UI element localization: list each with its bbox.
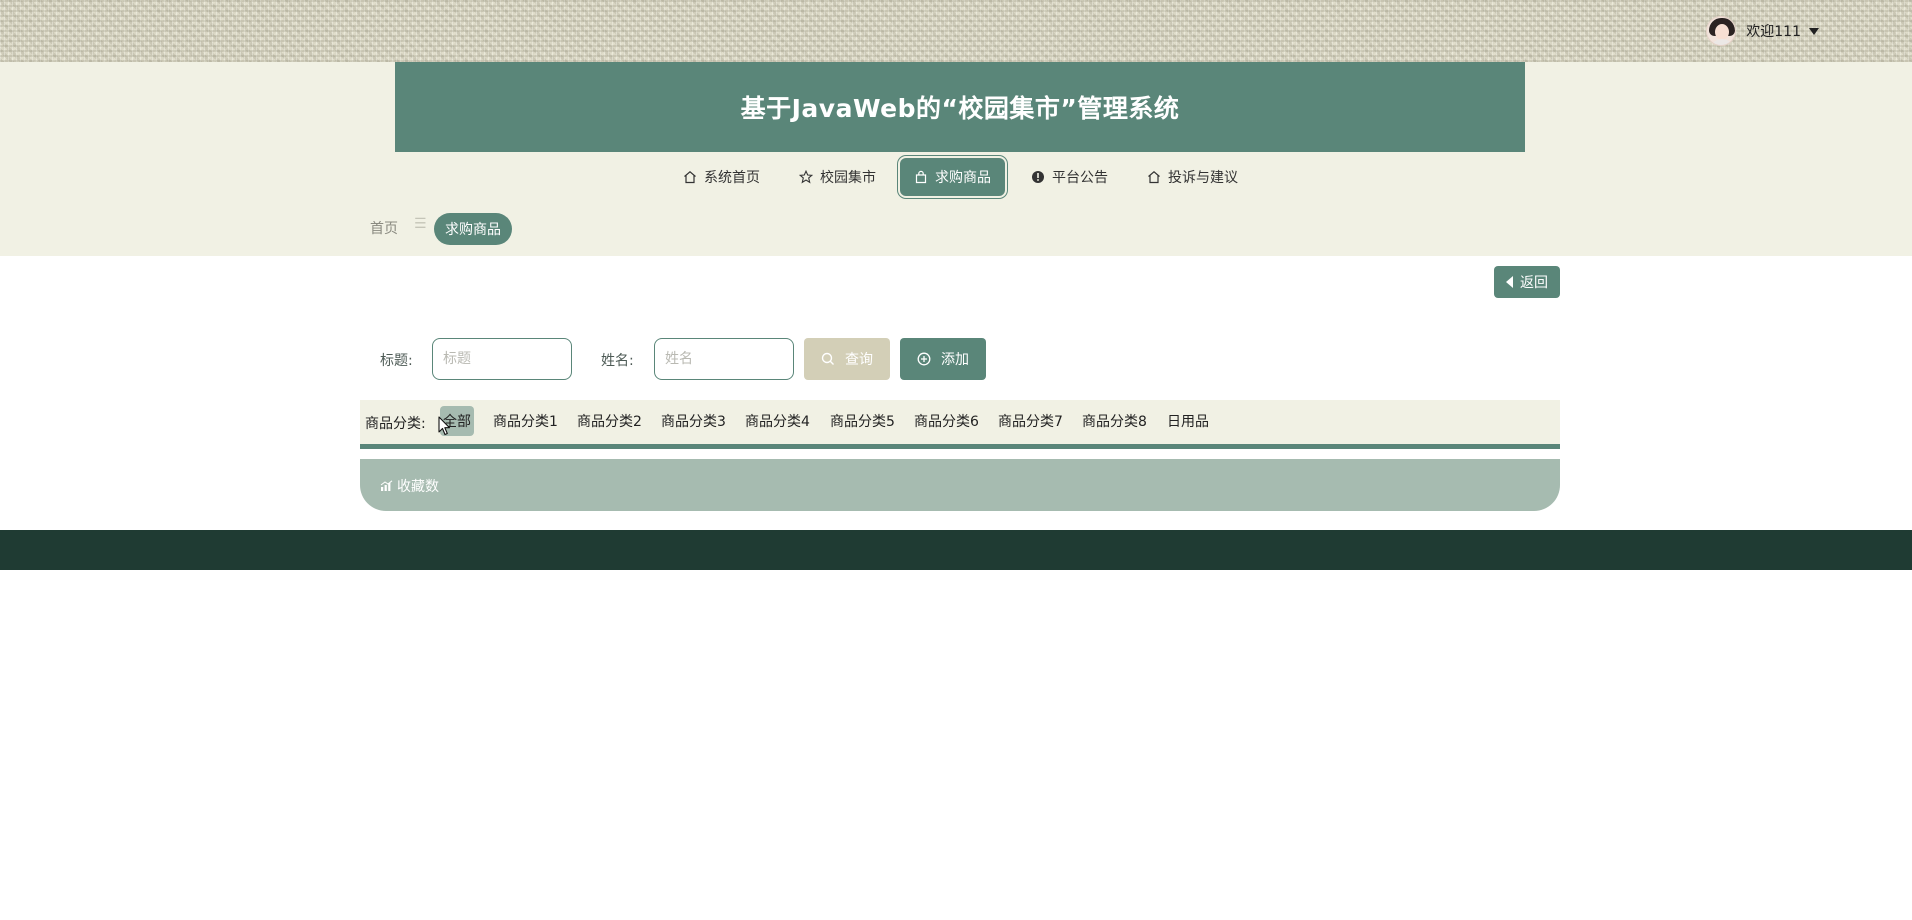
category-item[interactable]: 商品分类2	[577, 406, 642, 436]
title-input[interactable]	[432, 338, 572, 380]
search-icon	[821, 352, 834, 365]
sort-label: 收藏数	[397, 479, 439, 495]
category-divider	[360, 444, 1560, 449]
star-icon	[799, 170, 813, 184]
nav-label: 平台公告	[1052, 170, 1108, 186]
breadcrumb-home[interactable]: 首页	[370, 218, 398, 238]
nav-item-notice[interactable]: 平台公告	[1031, 154, 1108, 200]
chart-icon	[380, 480, 393, 491]
category-item[interactable]: 商品分类6	[914, 406, 979, 436]
add-label: 添加	[941, 352, 969, 368]
nav-item-feedback[interactable]: 投诉与建议	[1147, 154, 1238, 200]
main-nav: 系统首页 校园集市 求购商品 平台公告 投诉与建议	[0, 154, 1912, 200]
add-button[interactable]: 添加	[900, 338, 986, 380]
welcome-text[interactable]: 欢迎111	[1746, 21, 1801, 41]
nav-item-market[interactable]: 校园集市	[799, 154, 876, 200]
back-label: 返回	[1520, 275, 1548, 291]
category-item[interactable]: 商品分类3	[661, 406, 726, 436]
plus-circle-icon	[917, 352, 931, 366]
nav-label: 求购商品	[935, 170, 991, 186]
back-button[interactable]: 返回	[1494, 266, 1560, 298]
user-menu[interactable]: 欢迎111	[1706, 14, 1819, 48]
home-icon	[1148, 171, 1160, 184]
nav-label: 系统首页	[704, 170, 760, 186]
footer	[0, 530, 1912, 570]
name-label: 姓名:	[601, 353, 634, 369]
caret-down-icon[interactable]	[1809, 27, 1819, 35]
title-banner: 基于JavaWeb的“校园集市”管理系统	[395, 62, 1525, 152]
sort-bar	[360, 459, 1560, 511]
category-item[interactable]: 商品分类1	[493, 406, 558, 436]
category-label: 商品分类:	[365, 416, 426, 432]
category-item[interactable]: 商品分类4	[745, 406, 810, 436]
home-icon	[684, 171, 696, 184]
query-label: 查询	[845, 352, 873, 368]
sort-by-favorites[interactable]: 收藏数	[380, 476, 439, 496]
breadcrumb-current: 求购商品	[434, 213, 512, 245]
exclamation-icon	[1032, 171, 1044, 183]
nav-label: 校园集市	[820, 170, 876, 186]
category-item[interactable]: 商品分类7	[998, 406, 1063, 436]
mouse-cursor-icon	[438, 416, 451, 436]
nav-item-wanted[interactable]: 求购商品	[900, 158, 1005, 196]
page-title: 基于JavaWeb的“校园集市”管理系统	[740, 94, 1180, 123]
bag-icon	[915, 170, 927, 184]
nav-item-home[interactable]: 系统首页	[683, 154, 760, 200]
user-avatar[interactable]	[1706, 16, 1737, 46]
title-label: 标题:	[380, 353, 413, 369]
category-item[interactable]: 商品分类5	[830, 406, 895, 436]
nav-label: 投诉与建议	[1168, 170, 1238, 186]
name-input[interactable]	[654, 338, 794, 380]
breadcrumb-separator: ☰	[414, 216, 427, 232]
top-bar: 欢迎111	[0, 0, 1912, 62]
category-item[interactable]: 日用品	[1167, 406, 1209, 436]
category-item[interactable]: 商品分类8	[1082, 406, 1147, 436]
query-button[interactable]: 查询	[804, 338, 890, 380]
caret-left-icon	[1506, 276, 1513, 288]
